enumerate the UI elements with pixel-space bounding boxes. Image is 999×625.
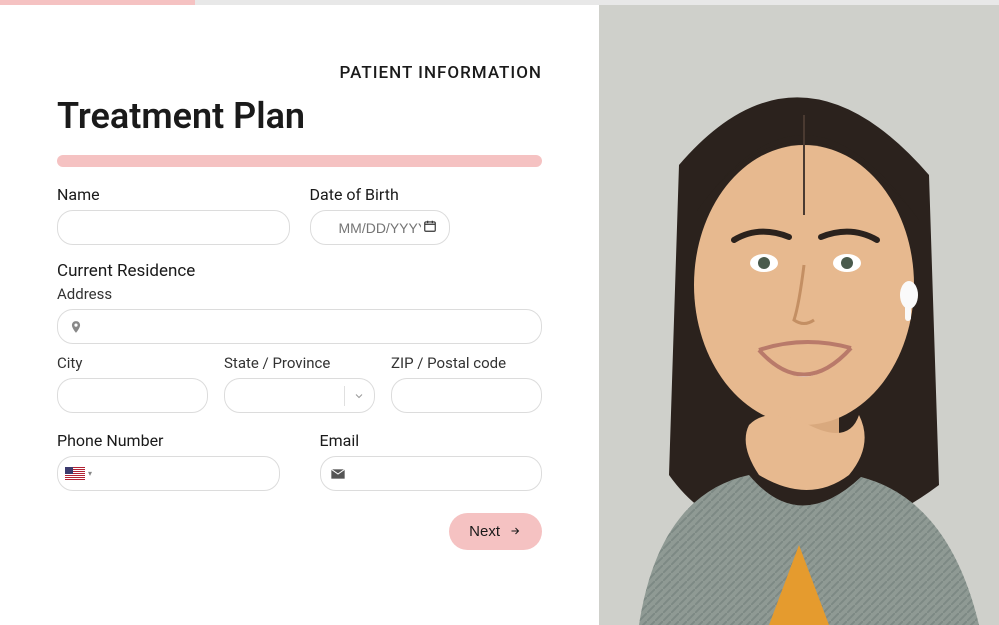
state-select-wrap[interactable] — [224, 378, 375, 413]
phone-input-wrap: ▾ — [57, 456, 280, 491]
row-city-state-zip: City State / Province ZIP / Postal code — [57, 354, 542, 413]
next-button-label: Next — [469, 523, 500, 540]
address-input-wrap — [57, 309, 542, 344]
chevron-down-icon: ▾ — [88, 469, 92, 478]
dob-input[interactable] — [325, 210, 435, 245]
city-label: City — [57, 354, 208, 372]
location-pin-icon — [69, 320, 83, 334]
field-zip: ZIP / Postal code — [391, 354, 542, 413]
zip-input[interactable] — [391, 378, 542, 413]
hero-image — [599, 5, 999, 625]
address-label: Address — [57, 285, 542, 303]
dob-input-wrap[interactable] — [310, 210, 450, 245]
field-state: State / Province — [224, 354, 375, 413]
field-name: Name — [57, 185, 290, 245]
field-dob: Date of Birth — [310, 185, 543, 245]
email-input-wrap — [320, 456, 543, 491]
state-label: State / Province — [224, 354, 375, 372]
next-button-row: Next — [57, 513, 542, 550]
email-label: Email — [320, 431, 543, 450]
us-flag-icon — [65, 467, 85, 480]
zip-label: ZIP / Postal code — [391, 354, 542, 372]
form-grid: Name Date of Birth Current Residence Add… — [57, 185, 542, 550]
calendar-icon[interactable] — [423, 219, 437, 237]
email-input[interactable] — [320, 456, 543, 491]
row-phone-email: Phone Number ▾ Email — [57, 431, 542, 491]
field-address: Address — [57, 285, 542, 344]
section-label: PATIENT INFORMATION — [57, 63, 542, 83]
main-container: PATIENT INFORMATION Treatment Plan Name … — [0, 0, 999, 625]
address-input[interactable] — [57, 309, 542, 344]
phone-label: Phone Number — [57, 431, 280, 450]
page-title: Treatment Plan — [57, 95, 542, 137]
field-city: City — [57, 354, 208, 413]
progress-bar — [57, 155, 542, 167]
field-email: Email — [320, 431, 543, 491]
envelope-icon — [330, 468, 346, 480]
country-flag-selector[interactable]: ▾ — [65, 467, 92, 480]
chevron-down-icon[interactable] — [344, 386, 365, 406]
name-label: Name — [57, 185, 290, 204]
residence-label: Current Residence — [57, 261, 542, 281]
dob-label: Date of Birth — [310, 185, 543, 204]
arrow-right-icon — [508, 524, 522, 540]
next-button[interactable]: Next — [449, 513, 542, 550]
field-phone: Phone Number ▾ — [57, 431, 280, 491]
name-input[interactable] — [57, 210, 290, 245]
form-panel: PATIENT INFORMATION Treatment Plan Name … — [0, 5, 599, 625]
city-input[interactable] — [57, 378, 208, 413]
